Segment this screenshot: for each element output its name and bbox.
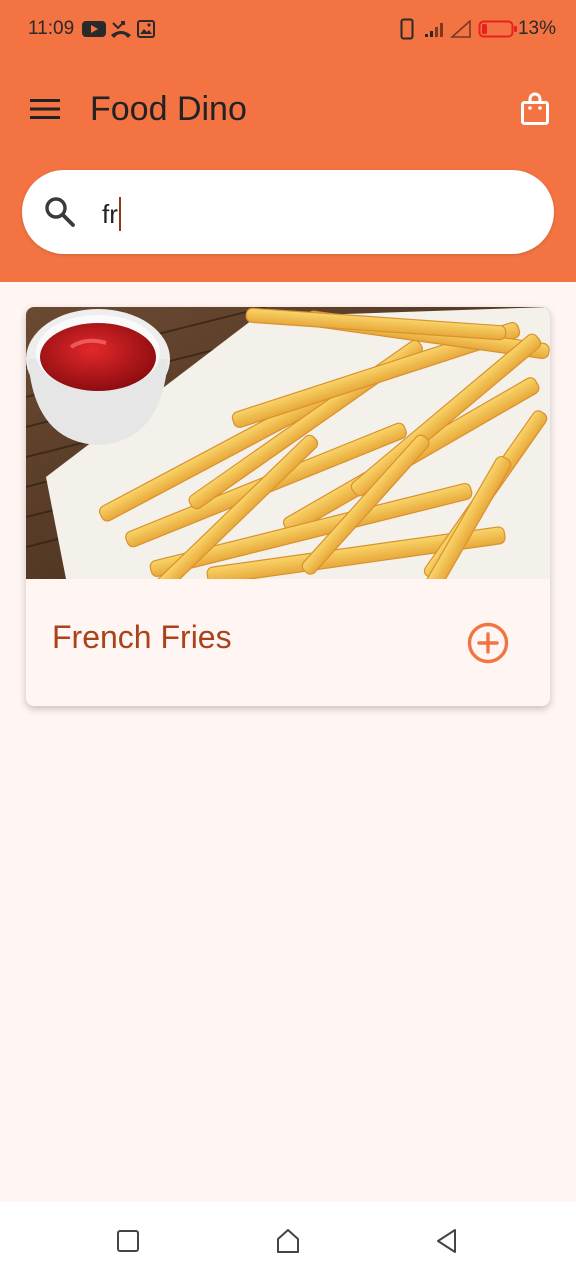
no-signal-icon	[450, 18, 472, 40]
back-button[interactable]	[432, 1226, 462, 1256]
search-query-text: fr	[102, 198, 118, 229]
battery-low-icon	[478, 18, 518, 40]
add-circle-icon	[467, 622, 509, 664]
back-triangle-icon	[437, 1229, 456, 1253]
system-nav-bar	[0, 1202, 576, 1280]
menu-button[interactable]	[24, 88, 66, 130]
youtube-icon	[82, 18, 106, 40]
text-cursor	[118, 197, 121, 231]
image-icon	[137, 18, 155, 40]
phone-outline-icon	[400, 18, 414, 40]
app-header: 11:09 13% Food Dino fr	[0, 0, 576, 282]
add-to-cart-button[interactable]	[466, 621, 510, 665]
square-icon	[117, 1230, 139, 1252]
toolbar: Food Dino	[0, 58, 576, 162]
shopping-bag-icon	[521, 92, 549, 125]
home-icon	[277, 1229, 299, 1253]
food-name: French Fries	[52, 619, 232, 655]
battery-percent: 13%	[517, 18, 556, 39]
food-card[interactable]: French Fries	[26, 307, 550, 706]
recents-button[interactable]	[113, 1226, 143, 1256]
search-bar[interactable]: fr	[22, 170, 554, 254]
missed-call-icon	[110, 18, 132, 40]
home-button[interactable]	[273, 1226, 303, 1256]
search-input[interactable]: fr	[102, 194, 121, 234]
signal-icon	[424, 18, 446, 40]
french-fries-photo	[26, 307, 550, 579]
search-icon	[45, 197, 75, 227]
menu-icon	[30, 99, 60, 119]
cart-button[interactable]	[514, 86, 556, 132]
status-bar: 11:09 13%	[0, 0, 576, 58]
app-title: Food Dino	[90, 90, 247, 128]
status-time: 11:09	[28, 18, 75, 39]
